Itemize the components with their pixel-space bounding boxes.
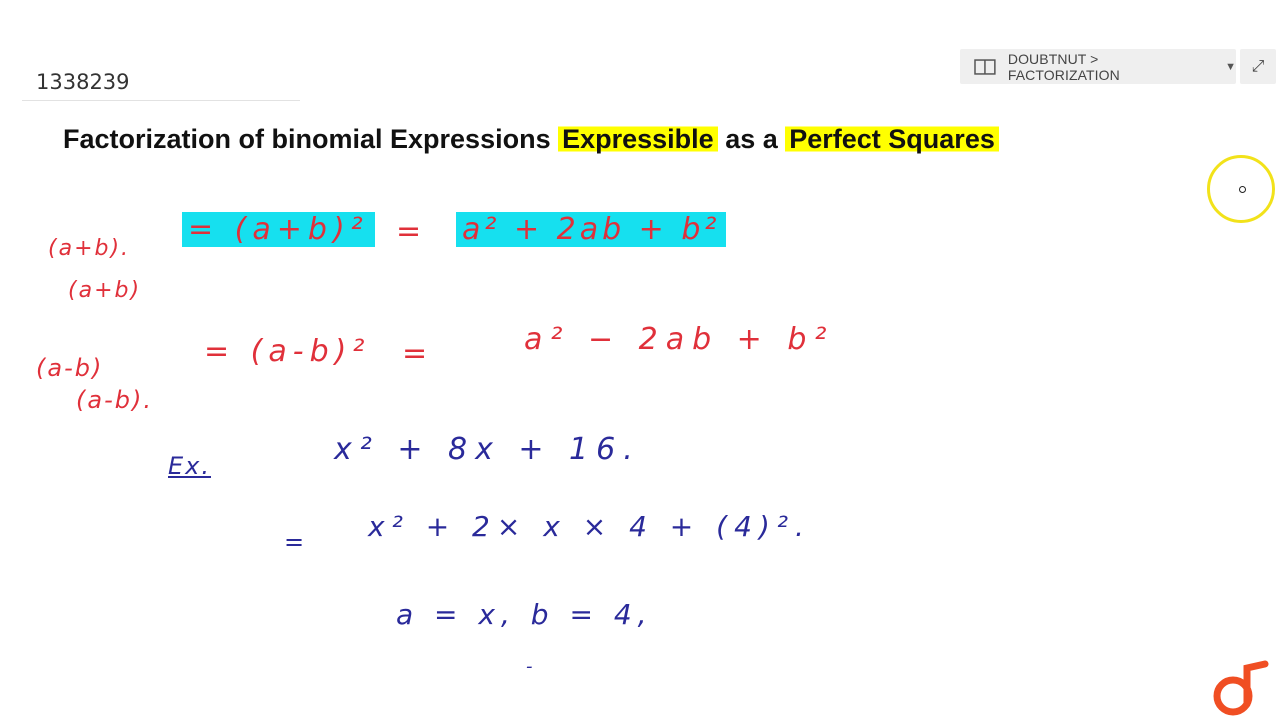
stray-mark: - (526, 656, 539, 677)
line1-left-b: (a+b) (68, 278, 142, 303)
line2-equals: = (402, 336, 434, 371)
example-label: Ex. (168, 452, 211, 480)
pointer-dot (1239, 186, 1246, 193)
line1-equals: = (396, 214, 428, 249)
doubtnut-logo-icon (1213, 660, 1269, 716)
line1-rhs: a² + 2ab + b² (456, 212, 727, 247)
line1-lhs: = (a+b)² (182, 212, 375, 247)
line2-left-a: (a-b) (36, 354, 104, 382)
line1-rhs-text: a² + 2ab + b² (456, 212, 727, 247)
whiteboard: (a+b). (a+b) = (a+b)² = a² + 2ab + b² (a… (0, 0, 1280, 720)
line2-left-b: (a-b). (76, 386, 153, 414)
line1-lhs-text: = (a+b)² (182, 212, 375, 247)
example-expression: x² + 8x + 16. (334, 432, 641, 467)
line1-left-a: (a+b). (48, 236, 131, 261)
step1-equals: = (284, 528, 311, 556)
step1-expression: x² + 2× x × 4 + (4)². (368, 510, 811, 543)
line2-rhs: a² − 2ab + b² (524, 322, 835, 357)
step2-assignment: a = x, b = 4, (396, 598, 653, 631)
line2-lhs: = (a-b)² (204, 334, 371, 369)
